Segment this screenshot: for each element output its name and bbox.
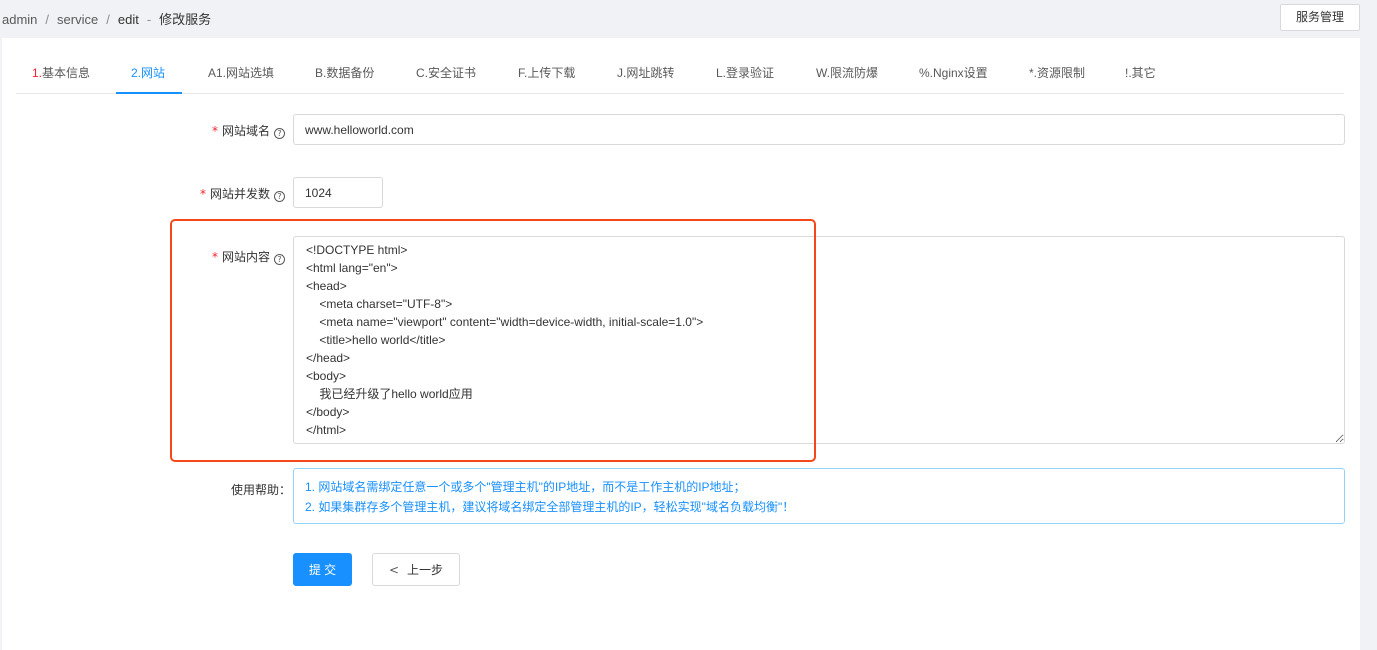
service-management-button[interactable]: 服务管理 <box>1280 4 1360 31</box>
domain-label-text: 网站域名 <box>222 124 271 138</box>
breadcrumb-separator: / <box>106 12 110 27</box>
breadcrumb-admin[interactable]: admin <box>2 12 37 27</box>
concurrency-input[interactable] <box>293 177 383 208</box>
domain-label: * 网站域名? <box>212 122 286 139</box>
scrollbar-track[interactable] <box>1360 38 1377 650</box>
concurrency-label-text: 网站并发数 <box>210 187 271 201</box>
tab-upload-download[interactable]: F.上传下载 <box>518 56 575 94</box>
help-alert: 1. 网站域名需绑定任意一个或多个"管理主机"的IP地址，而不是工作主机的IP地… <box>293 468 1345 524</box>
prev-step-button[interactable]: < 上一步 <box>372 553 460 586</box>
help-label-colon: ： <box>279 483 292 497</box>
content-label: * 网站内容? <box>212 248 286 265</box>
tab-rate-limit[interactable]: W.限流防爆 <box>816 56 878 94</box>
help-label: 使用帮助： <box>231 481 291 498</box>
required-mark: * <box>200 187 206 201</box>
breadcrumb: admin / service / edit - 修改服务 <box>2 9 211 28</box>
top-bar: admin / service / edit - 修改服务 服务管理 <box>0 0 1377 38</box>
required-mark: * <box>212 250 218 264</box>
content-textarea[interactable] <box>293 236 1345 444</box>
chevron-left-icon: < <box>388 563 400 577</box>
breadcrumb-service[interactable]: service <box>57 12 98 27</box>
tab-login-auth[interactable]: L.登录验证 <box>716 56 774 94</box>
help-line-2: 2. 如果集群存多个管理主机，建议将域名绑定全部管理主机的IP，轻松实现"域名负… <box>305 500 795 514</box>
active-tab-indicator <box>116 92 182 94</box>
tab-website[interactable]: 2.网站 <box>131 56 165 94</box>
tab-ssl-certificate[interactable]: C.安全证书 <box>416 56 476 94</box>
breadcrumb-separator: / <box>45 12 50 27</box>
tab-resource-limit[interactable]: *.资源限制 <box>1029 56 1085 94</box>
tab-nginx-settings[interactable]: %.Nginx设置 <box>919 56 988 94</box>
tab-website-optional[interactable]: A1.网站选填 <box>208 56 274 94</box>
breadcrumb-edit: edit <box>117 12 139 27</box>
required-mark: * <box>212 124 218 138</box>
prev-step-label: 上一步 <box>407 563 444 577</box>
tab-other[interactable]: !.其它 <box>1125 56 1156 94</box>
tab-data-backup[interactable]: B.数据备份 <box>315 56 374 94</box>
question-circle-icon[interactable]: ? <box>274 191 286 202</box>
content-label-text: 网站内容 <box>222 250 271 264</box>
concurrency-label: * 网站并发数? <box>200 185 286 202</box>
breadcrumb-dash: - <box>146 12 152 27</box>
tab-url-redirect[interactable]: J.网址跳转 <box>617 56 674 94</box>
submit-button[interactable]: 提 交 <box>293 553 352 586</box>
question-circle-icon[interactable]: ? <box>274 254 286 265</box>
tab-basic-info[interactable]: 1.基本信息 <box>32 56 90 94</box>
tab-bar: 1.基本信息 2.网站 A1.网站选填 B.数据备份 C.安全证书 F.上传下载… <box>16 56 1344 94</box>
tab-basic-info-label: 基本信息 <box>42 66 91 80</box>
domain-input[interactable] <box>293 114 1345 145</box>
tab-basic-info-prefix: 1. <box>32 66 43 80</box>
help-line-1: 1. 网站域名需绑定任意一个或多个"管理主机"的IP地址，而不是工作主机的IP地… <box>305 480 746 494</box>
question-circle-icon[interactable]: ? <box>274 128 286 139</box>
help-label-text: 使用帮助 <box>231 483 280 497</box>
breadcrumb-page-title: 修改服务 <box>159 12 212 27</box>
